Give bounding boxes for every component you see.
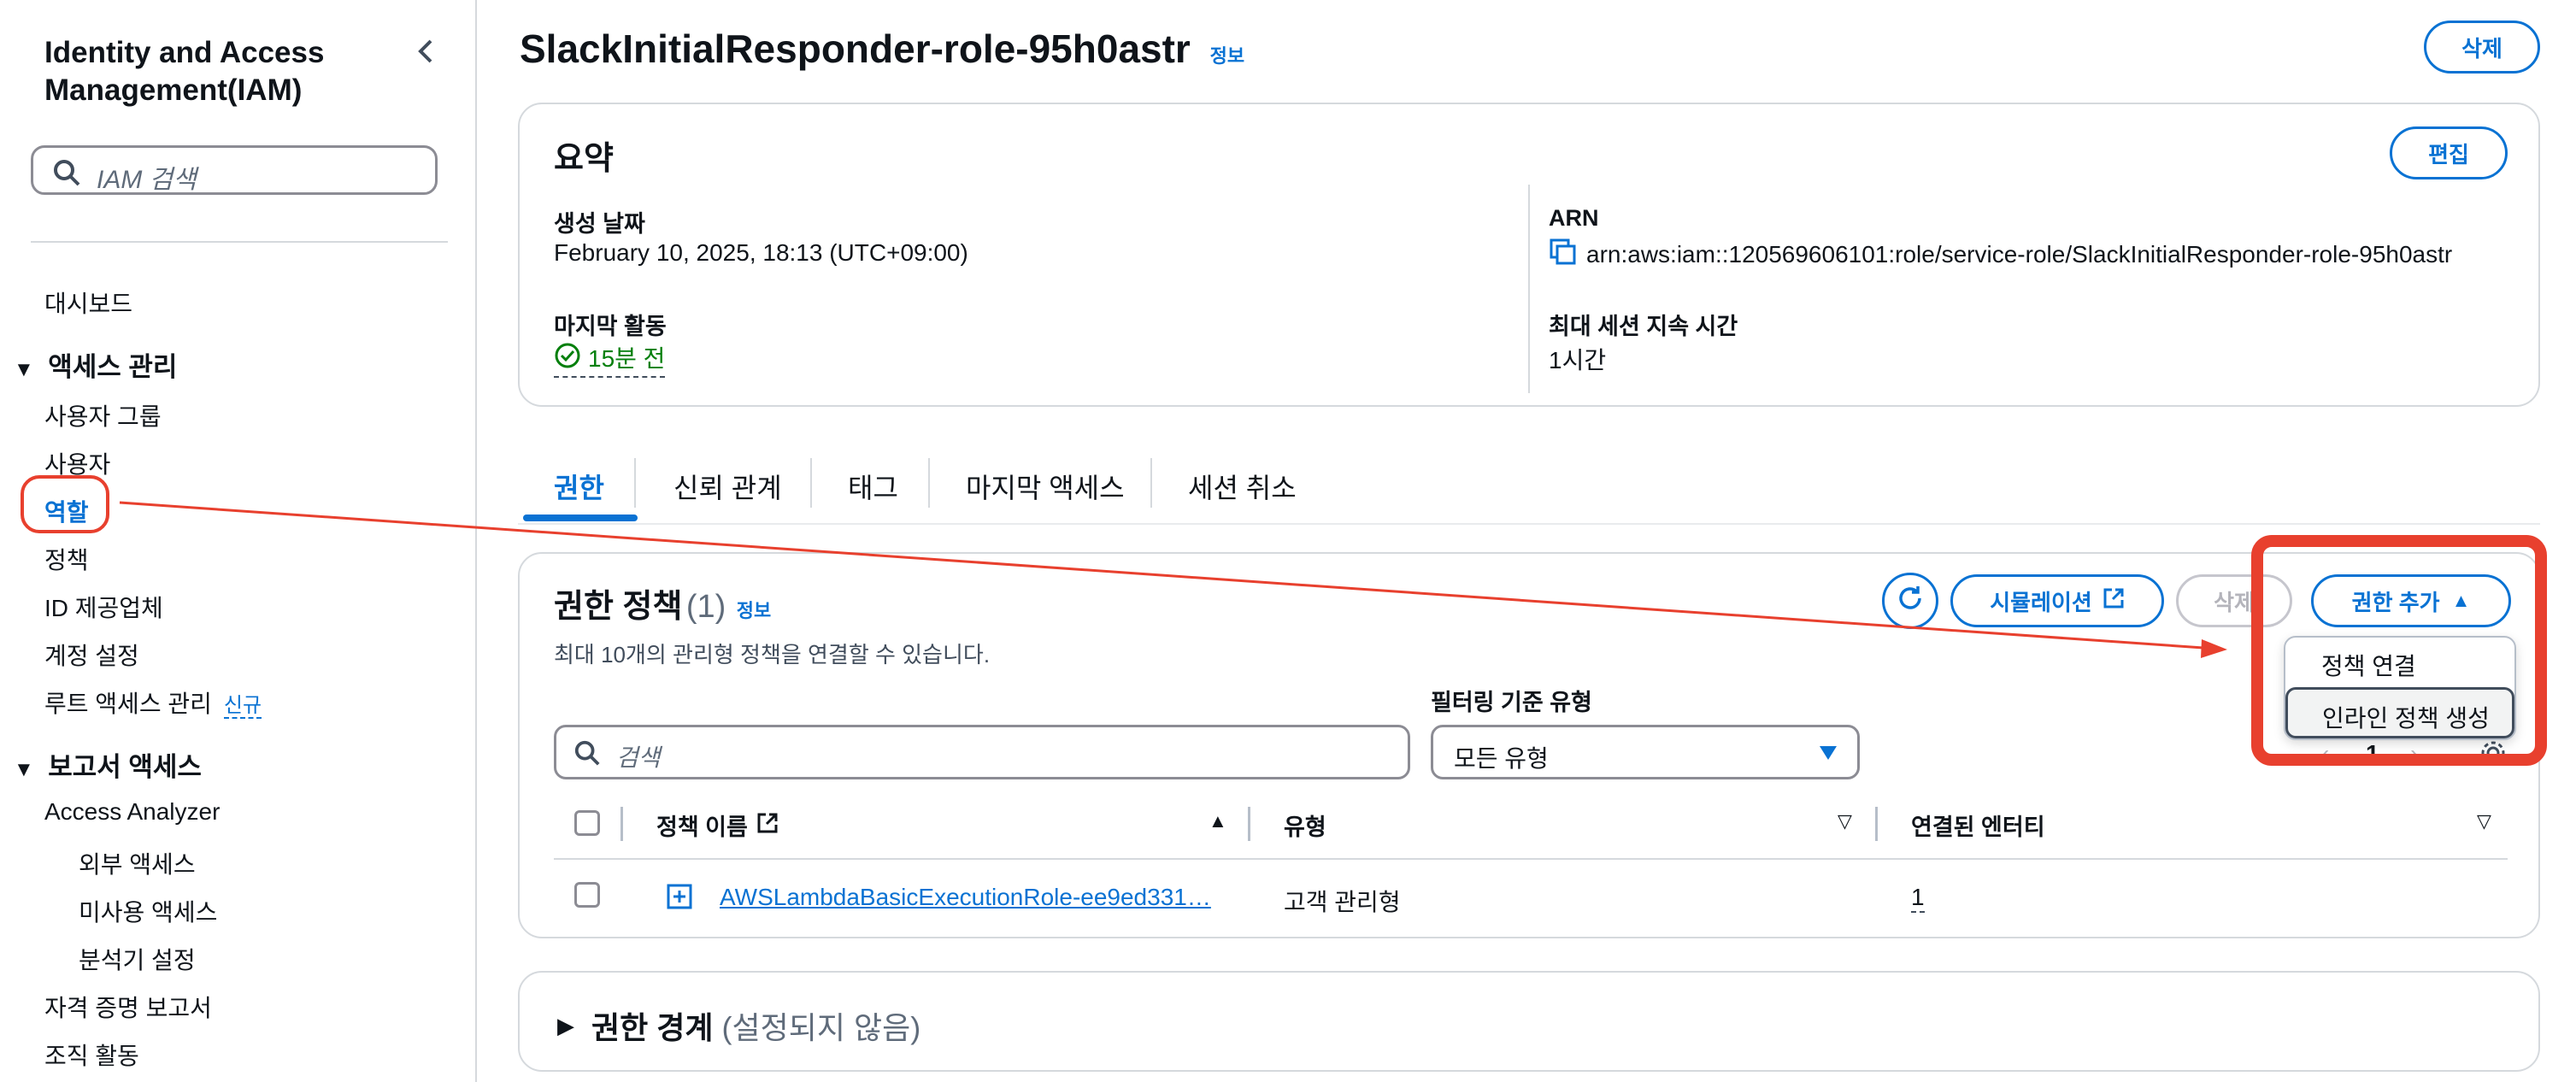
boundary-header[interactable]: ▶ 권한 경계 (설정되지 않음) (557, 1003, 920, 1048)
expand-triangle-icon: ▶ (557, 1012, 574, 1038)
boundary-status: (설정되지 않음) (721, 1010, 921, 1045)
boundary-heading: 권한 경계 (591, 1010, 714, 1045)
annotation-arrow (119, 501, 2227, 658)
permissions-boundary-card[interactable]: ▶ 권한 경계 (설정되지 않음) (518, 971, 2540, 1072)
